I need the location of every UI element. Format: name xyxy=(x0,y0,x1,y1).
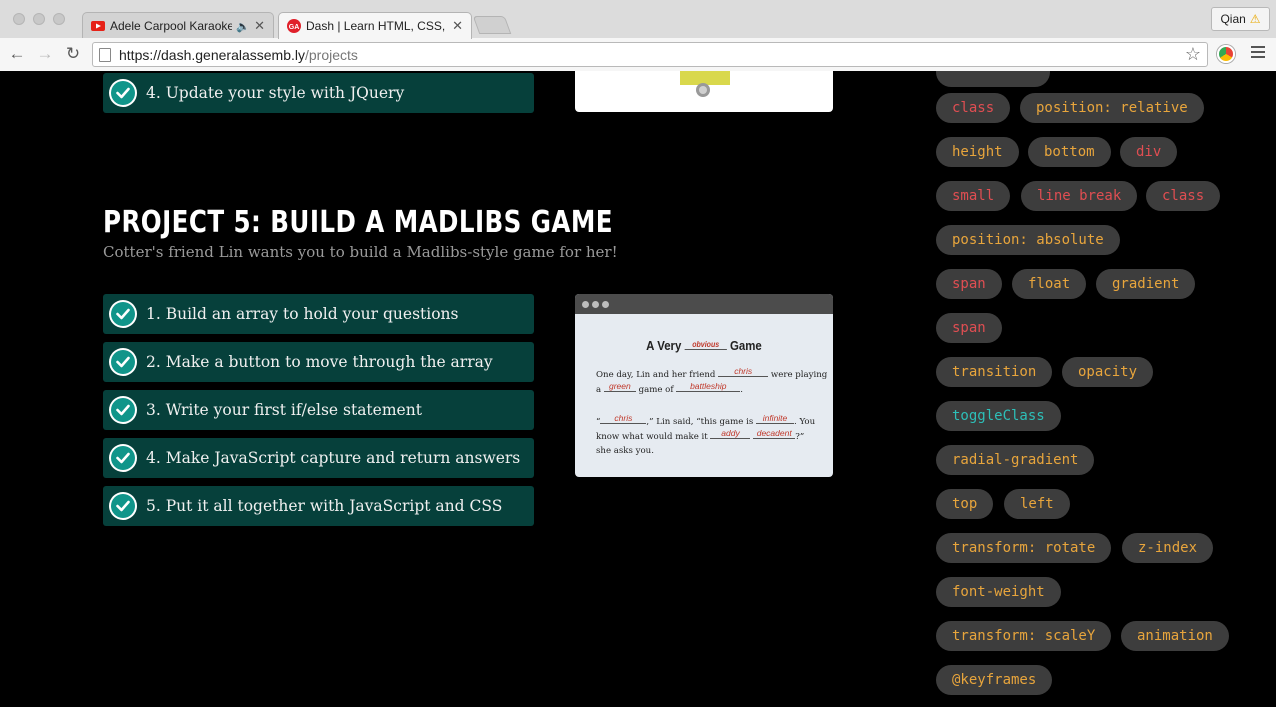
preview-line: a green game of battleship. xyxy=(596,381,744,395)
speaker-icon[interactable]: 🔈 xyxy=(236,20,250,33)
checkmark-icon xyxy=(109,444,137,472)
tab-strip: Adele Carpool Karaoke - 🔈 ✕ GA Dash | Le… xyxy=(0,0,1276,39)
profile-name: Qian xyxy=(1220,12,1246,26)
tag-pill[interactable]: z-index xyxy=(1122,533,1214,563)
youtube-icon xyxy=(91,19,105,33)
tag-pill[interactable]: gradient xyxy=(1096,269,1196,299)
checkmark-icon xyxy=(109,348,137,376)
tag-pill[interactable]: font-weight xyxy=(936,577,1061,607)
task-item[interactable]: 3. Write your first if/else statement xyxy=(103,390,534,430)
tag-pill[interactable]: radial-gradient xyxy=(936,445,1095,475)
zoom-window-button[interactable] xyxy=(53,13,65,25)
task-label: 1. Build an array to hold your questions xyxy=(146,305,459,323)
tag-pill-partial[interactable] xyxy=(936,71,1050,87)
bookmark-star-icon[interactable]: ☆ xyxy=(1185,44,1201,65)
task-item[interactable]: 2. Make a button to move through the arr… xyxy=(103,342,534,382)
checkmark-icon xyxy=(109,300,137,328)
browser-chrome: Adele Carpool Karaoke - 🔈 ✕ GA Dash | Le… xyxy=(0,0,1276,71)
preview-title: A Very obvious Game xyxy=(646,338,762,353)
tab-adele-carpool[interactable]: Adele Carpool Karaoke - 🔈 ✕ xyxy=(82,12,274,39)
close-tab-icon[interactable]: ✕ xyxy=(452,18,463,34)
tag-pill[interactable]: animation xyxy=(1121,621,1229,651)
project-4-image xyxy=(575,71,833,112)
tag-pill[interactable]: bottom xyxy=(1028,137,1111,167)
task-item[interactable]: 5. Put it all together with JavaScript a… xyxy=(103,486,534,526)
close-window-button[interactable] xyxy=(13,13,25,25)
checkmark-icon xyxy=(109,492,137,520)
tab-title: Dash | Learn HTML, CSS, J xyxy=(306,19,449,33)
task-item[interactable]: 4. Update your style with JQuery xyxy=(103,73,534,113)
project-title: PROJECT 5: BUILD A MADLIBS GAME xyxy=(103,205,613,240)
task-label: 4. Update your style with JQuery xyxy=(146,84,405,102)
tag-pill[interactable]: left xyxy=(1004,489,1070,519)
tag-pill[interactable]: float xyxy=(1012,269,1087,299)
tag-pill[interactable]: position: absolute xyxy=(936,225,1120,255)
forward-arrow-icon[interactable]: → xyxy=(35,44,55,64)
tag-pill[interactable]: transition xyxy=(936,357,1053,387)
page-content: 4. Update your style with JQuery PROJECT… xyxy=(0,71,1276,707)
tag-pill[interactable]: position: relative xyxy=(1020,93,1204,123)
address-bar[interactable]: https://dash.generalassemb.ly/projects ☆ xyxy=(92,42,1208,67)
tag-pill[interactable]: toggleClass xyxy=(936,401,1061,431)
project-subtitle: Cotter's friend Lin wants you to build a… xyxy=(103,243,618,261)
url-host: https://dash.generalassemb.ly xyxy=(119,46,305,63)
preview-line: she asks you. xyxy=(596,446,654,456)
tag-pill[interactable]: opacity xyxy=(1062,357,1154,387)
checkmark-icon xyxy=(109,396,137,424)
warning-icon: ⚠ xyxy=(1249,12,1261,26)
preview-line: One day, Lin and her friend chris were p… xyxy=(596,366,828,380)
extension-icon[interactable] xyxy=(1217,45,1235,63)
tab-dash[interactable]: GA Dash | Learn HTML, CSS, J ✕ xyxy=(278,12,472,39)
back-arrow-icon[interactable]: ← xyxy=(7,44,27,64)
madlibs-preview-image: A Very obvious Game One day, Lin and her… xyxy=(575,294,833,477)
reload-icon[interactable]: ↻ xyxy=(63,44,83,64)
tag-pill[interactable]: line break xyxy=(1021,181,1138,211)
tag-pill[interactable]: span xyxy=(936,313,1002,343)
menu-icon[interactable] xyxy=(1251,46,1265,61)
tag-pill[interactable]: top xyxy=(936,489,994,519)
browser-toolbar: ← → ↻ https://dash.generalassemb.ly/proj… xyxy=(0,38,1276,71)
task-label: 3. Write your first if/else statement xyxy=(146,401,422,419)
preview-line: know what would make it addy decadent?” xyxy=(596,428,805,442)
profile-button[interactable]: Qian ⚠ xyxy=(1211,7,1270,31)
task-item[interactable]: 4. Make JavaScript capture and return an… xyxy=(103,438,534,478)
url-path: /projects xyxy=(305,46,358,63)
preview-line: “chris,” Lin said, “this game is infinit… xyxy=(596,413,816,427)
svg-text:GA: GA xyxy=(289,24,300,31)
close-tab-icon[interactable]: ✕ xyxy=(254,18,265,34)
task-label: 5. Put it all together with JavaScript a… xyxy=(146,497,503,515)
tag-pill[interactable]: span xyxy=(936,269,1002,299)
general-assembly-icon: GA xyxy=(287,19,301,33)
task-label: 2. Make a button to move through the arr… xyxy=(146,353,493,371)
tag-pill[interactable]: @keyframes xyxy=(936,665,1053,695)
tab-title: Adele Carpool Karaoke - xyxy=(110,19,233,33)
tag-pill[interactable]: class xyxy=(1146,181,1221,211)
tag-pill[interactable]: small xyxy=(936,181,1011,211)
tag-pill[interactable]: class xyxy=(936,93,1011,123)
tag-pill[interactable]: div xyxy=(1120,137,1178,167)
tag-pill[interactable]: height xyxy=(936,137,1019,167)
page-icon xyxy=(99,47,111,62)
preview-window-bar xyxy=(575,294,833,314)
checkmark-icon xyxy=(109,79,137,107)
tag-pill[interactable]: transform: rotate xyxy=(936,533,1112,563)
task-label: 4. Make JavaScript capture and return an… xyxy=(146,449,521,467)
tag-pill[interactable]: transform: scaleY xyxy=(936,621,1112,651)
new-tab-button[interactable] xyxy=(472,16,512,34)
minimize-window-button[interactable] xyxy=(33,13,45,25)
task-item[interactable]: 1. Build an array to hold your questions xyxy=(103,294,534,334)
